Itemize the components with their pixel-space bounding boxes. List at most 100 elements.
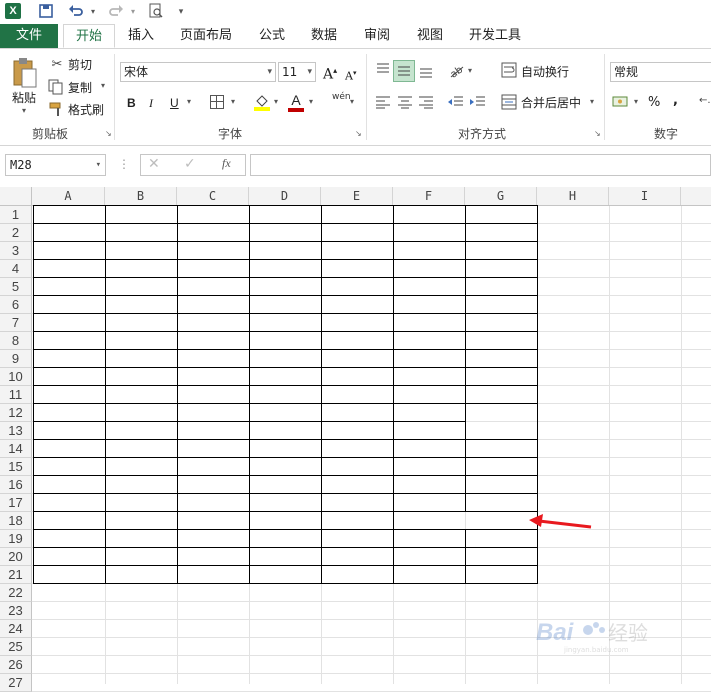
redo-icon[interactable] — [107, 3, 125, 21]
underline-dropdown-icon[interactable]: ▾ — [187, 97, 191, 106]
column-header-c[interactable]: C — [177, 187, 249, 205]
row-header-24[interactable]: 24 — [0, 620, 32, 638]
row-header-4[interactable]: 4 — [0, 260, 32, 278]
row-header-27[interactable]: 27 — [0, 674, 32, 692]
row-header-21[interactable]: 21 — [0, 566, 32, 584]
row-header-5[interactable]: 5 — [0, 278, 32, 296]
row-header-13[interactable]: 13 — [0, 422, 32, 440]
tab-insert[interactable]: 插入 — [120, 24, 162, 48]
clipboard-launcher-icon[interactable]: ↘ — [105, 130, 113, 138]
orientation-dropdown-icon[interactable]: ▾ — [468, 66, 472, 75]
undo-icon[interactable] — [67, 3, 85, 21]
cancel-icon[interactable]: ✕ — [148, 156, 160, 172]
top-align-icon[interactable] — [374, 61, 392, 79]
column-header-f[interactable]: F — [393, 187, 465, 205]
currency-format-icon[interactable] — [612, 94, 630, 110]
redo-dropdown-icon[interactable]: ▾ — [124, 3, 142, 21]
name-box[interactable]: M28 ▾ — [5, 154, 106, 176]
row-header-26[interactable]: 26 — [0, 656, 32, 674]
row-header-2[interactable]: 2 — [0, 224, 32, 242]
row-header-10[interactable]: 10 — [0, 368, 32, 386]
align-right-icon[interactable] — [417, 95, 435, 109]
column-header-h[interactable]: H — [537, 187, 609, 205]
customize-qat-icon[interactable]: ▾ — [172, 3, 190, 21]
format-painter-icon[interactable] — [48, 101, 64, 117]
print-preview-icon[interactable] — [147, 3, 165, 21]
formula-input[interactable] — [250, 154, 711, 176]
tab-page-layout[interactable]: 页面布局 — [174, 24, 238, 48]
align-left-icon[interactable] — [374, 95, 392, 109]
row-header-23[interactable]: 23 — [0, 602, 32, 620]
row-header-14[interactable]: 14 — [0, 440, 32, 458]
row-header-15[interactable]: 15 — [0, 458, 32, 476]
paste-icon[interactable] — [12, 57, 38, 89]
font-color-icon[interactable]: A — [288, 92, 304, 112]
tab-formulas[interactable]: 公式 — [252, 24, 292, 48]
column-header-g[interactable]: G — [465, 187, 537, 205]
middle-align-icon[interactable] — [393, 60, 415, 82]
phonetic-guide-icon[interactable]: wén — [332, 92, 351, 102]
font-name-select[interactable]: 宋体 ▾ — [120, 62, 276, 82]
tab-data[interactable]: 数据 — [304, 24, 344, 48]
paste-dropdown-icon[interactable]: ▾ — [22, 106, 26, 115]
row-header-16[interactable]: 16 — [0, 476, 32, 494]
orientation-icon[interactable]: ab — [447, 61, 466, 80]
column-header-d[interactable]: D — [249, 187, 321, 205]
column-header-i[interactable]: I — [609, 187, 681, 205]
row-header-6[interactable]: 6 — [0, 296, 32, 314]
italic-button[interactable]: I — [149, 94, 153, 112]
borders-icon[interactable] — [210, 95, 224, 109]
merge-dropdown-icon[interactable]: ▾ — [590, 97, 594, 106]
save-icon[interactable] — [37, 3, 55, 21]
row-header-22[interactable]: 22 — [0, 584, 32, 602]
row-header-18[interactable]: 18 — [0, 512, 32, 530]
copy-dropdown-icon[interactable]: ▾ — [101, 81, 105, 90]
tab-view[interactable]: 视图 — [410, 24, 450, 48]
wrap-text-icon[interactable] — [501, 62, 517, 78]
number-format-select[interactable]: 常规 — [610, 62, 711, 82]
cut-button[interactable]: 剪切 — [68, 56, 92, 74]
copy-button[interactable]: 复制 — [68, 79, 92, 97]
fill-color-icon[interactable] — [254, 93, 270, 111]
increase-decimal-icon[interactable]: ←.0 — [699, 95, 711, 106]
increase-indent-icon[interactable] — [469, 95, 487, 109]
column-header-e[interactable]: E — [321, 187, 393, 205]
merge-center-button[interactable]: 合并后居中 — [521, 94, 581, 112]
row-header-3[interactable]: 3 — [0, 242, 32, 260]
column-header-a[interactable]: A — [32, 187, 105, 205]
grow-font-icon[interactable]: A▴ — [323, 62, 337, 84]
comma-style-button[interactable]: , — [673, 92, 678, 110]
row-header-8[interactable]: 8 — [0, 332, 32, 350]
font-color-dropdown-icon[interactable]: ▾ — [309, 97, 313, 106]
align-center-icon[interactable] — [396, 95, 414, 109]
row-header-1[interactable]: 1 — [0, 206, 32, 224]
format-painter-button[interactable]: 格式刷 — [68, 101, 104, 119]
font-size-select[interactable]: 11 ▾ — [278, 62, 316, 82]
tab-home[interactable]: 开始 — [63, 24, 115, 48]
font-launcher-icon[interactable]: ↘ — [355, 130, 363, 138]
tab-review[interactable]: 审阅 — [357, 24, 397, 48]
copy-icon[interactable] — [48, 79, 64, 95]
cut-icon[interactable]: ✂ — [48, 55, 66, 73]
column-header-b[interactable]: B — [105, 187, 177, 205]
shrink-font-icon[interactable]: A▾ — [345, 64, 356, 86]
phonetic-dropdown-icon[interactable]: ▾ — [350, 97, 354, 106]
bottom-align-icon[interactable] — [417, 61, 435, 79]
row-header-11[interactable]: 11 — [0, 386, 32, 404]
percent-button[interactable]: % — [648, 94, 660, 112]
fill-color-dropdown-icon[interactable]: ▾ — [274, 97, 278, 106]
enter-icon[interactable]: ✓ — [184, 156, 196, 172]
row-header-12[interactable]: 12 — [0, 404, 32, 422]
row-header-17[interactable]: 17 — [0, 494, 32, 512]
row-header-7[interactable]: 7 — [0, 314, 32, 332]
tab-developer[interactable]: 开发工具 — [464, 24, 526, 48]
row-header-9[interactable]: 9 — [0, 350, 32, 368]
row-header-19[interactable]: 19 — [0, 530, 32, 548]
undo-dropdown-icon[interactable]: ▾ — [84, 3, 102, 21]
insert-function-icon[interactable]: fx — [222, 156, 231, 171]
row-header-25[interactable]: 25 — [0, 638, 32, 656]
tab-file[interactable]: 文件 — [0, 24, 58, 48]
currency-dropdown-icon[interactable]: ▾ — [634, 97, 638, 106]
bold-button[interactable]: B — [127, 94, 136, 112]
paste-button[interactable]: 粘贴 — [12, 89, 42, 107]
